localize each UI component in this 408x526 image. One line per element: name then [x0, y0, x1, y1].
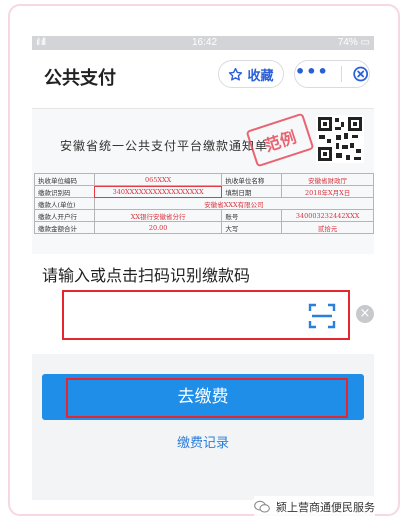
table-cell: 20.00: [93, 221, 223, 234]
table-cell: 填制日期: [221, 185, 283, 198]
watermark: 颍上营商通便民服务: [254, 496, 375, 518]
table-cell: 缴款金额合计: [34, 221, 95, 234]
table-cell: 执收单位编码: [34, 173, 95, 186]
signal-icon: ıl ıll: [36, 37, 46, 48]
input-prompt: 请输入或点击扫码识别缴款码: [42, 266, 251, 285]
notice-table: 执收单位编码 065XXX 执收单位名称 安徽省财政厅 缴款识别码 340XXX…: [34, 173, 374, 234]
table-cell: 缴款人(单位): [34, 197, 95, 210]
capsule-divider: [340, 66, 342, 82]
clear-icon[interactable]: ×: [356, 305, 374, 323]
payment-code-field: [62, 290, 350, 340]
pay-button-label: 去缴费: [177, 387, 229, 407]
pay-button[interactable]: 去缴费: [42, 374, 364, 420]
table-cell: 缴款识别码: [34, 185, 95, 198]
battery-indicator: 74% ▭: [338, 37, 370, 48]
notice-title: 安徽省统一公共支付平台缴款通知单: [60, 139, 269, 153]
table-cell: 安徽省XXX有限公司: [93, 197, 374, 210]
status-bar: ıl ıll 16:42 74% ▭: [32, 36, 374, 50]
qr-code-icon: [316, 115, 364, 163]
payment-records-link[interactable]: 缴费记录: [32, 432, 374, 451]
status-time: 16:42: [192, 37, 218, 48]
table-cell: 065XXX: [93, 173, 223, 186]
page-title: 公共支付: [44, 68, 116, 89]
table-row: 缴款人开户行 XX银行安徽省分行 账号 340003232442XXX: [34, 209, 374, 222]
table-row: 执收单位编码 065XXX 执收单位名称 安徽省财政厅: [34, 173, 374, 186]
collect-button[interactable]: 收藏: [218, 60, 284, 88]
scan-icon[interactable]: [308, 302, 336, 330]
close-icon[interactable]: [352, 65, 369, 83]
table-cell: XX银行安徽省分行: [93, 209, 223, 222]
table-cell: 340003232442XXX: [281, 209, 374, 222]
payment-notice-sample: 安徽省统一公共支付平台缴款通知单 范例 执收单位编码 065XXX 执收单位名称…: [32, 108, 374, 254]
battery-icon: ▭: [360, 37, 370, 48]
table-row: 缴款识别码 340XXXXXXXXXXXXXXXXX 填制日期 2018年X月X…: [34, 185, 374, 198]
table-cell: 缴款人开户行: [34, 209, 95, 222]
battery-level: 74%: [337, 37, 358, 48]
table-cell: 贰拾元: [281, 221, 374, 234]
wechat-icon: [254, 500, 270, 513]
table-row: 缴款人(单位) 安徽省XXX有限公司: [34, 197, 374, 210]
watermark-text: 颍上营商通便民服务: [276, 501, 375, 514]
sample-stamp: 范例: [245, 112, 315, 168]
table-cell: 大写: [221, 221, 283, 234]
payment-code-input[interactable]: [68, 296, 298, 334]
table-cell: 账号: [221, 209, 283, 222]
table-row: 缴款金额合计 20.00 大写 贰拾元: [34, 221, 374, 234]
collect-label: 收藏: [247, 68, 274, 84]
payment-code-cell: 340XXXXXXXXXXXXXXXXX: [93, 185, 223, 198]
app-header: 公共支付 收藏 •••: [32, 50, 374, 100]
capsule-menu: •••: [294, 60, 370, 88]
table-cell: 执收单位名称: [221, 173, 283, 186]
table-cell: 2018年X月X日: [281, 185, 374, 198]
star-icon: [229, 67, 243, 81]
phone-screen: ıl ıll 16:42 74% ▭ 公共支付 收藏 ••• 安徽省统一公共支付…: [32, 36, 374, 500]
more-icon[interactable]: •••: [295, 62, 329, 81]
table-cell: 安徽省财政厅: [281, 173, 374, 186]
